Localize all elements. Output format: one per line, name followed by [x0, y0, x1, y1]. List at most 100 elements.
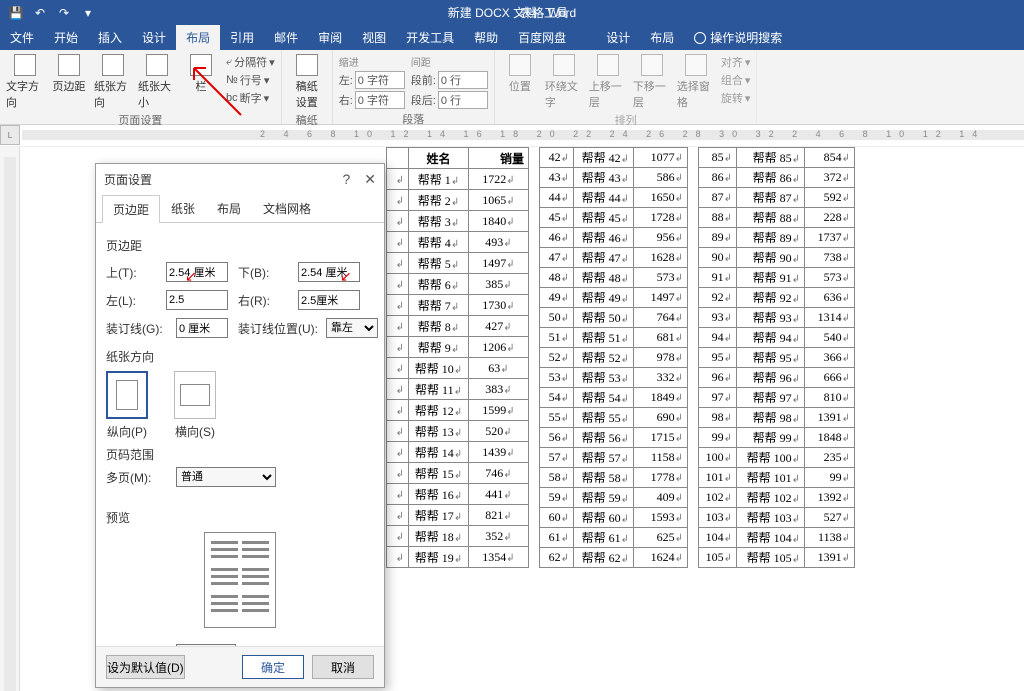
- table-row[interactable]: 55↲帮帮 55↲690↲: [540, 408, 688, 428]
- table-row[interactable]: 95↲帮帮 95↲366↲: [699, 348, 855, 368]
- table-row[interactable]: 92↲帮帮 92↲636↲: [699, 288, 855, 308]
- table-row[interactable]: 85↲帮帮 85↲854↲: [699, 148, 855, 168]
- table-row[interactable]: 60↲帮帮 60↲1593↲: [540, 508, 688, 528]
- tab-view[interactable]: 视图: [352, 25, 396, 50]
- size-button[interactable]: 纸张大小: [138, 54, 176, 110]
- indent-left-input[interactable]: 0 字符: [355, 71, 405, 89]
- table-row[interactable]: 104↲帮帮 104↲1138↲: [699, 528, 855, 548]
- table-row[interactable]: 97↲帮帮 97↲810↲: [699, 388, 855, 408]
- indent-right-input[interactable]: 0 字符: [355, 91, 405, 109]
- table-row[interactable]: 43↲帮帮 43↲586↲: [540, 168, 688, 188]
- set-default-button[interactable]: 设为默认值(D): [106, 655, 185, 679]
- table-row[interactable]: 89↲帮帮 89↲1737↲: [699, 228, 855, 248]
- margins-button[interactable]: 页边距: [50, 54, 88, 94]
- table-row[interactable]: ↲帮帮 12↲1599↲: [387, 400, 529, 421]
- table-row[interactable]: 91↲帮帮 91↲573↲: [699, 268, 855, 288]
- close-icon[interactable]: ✕: [364, 171, 376, 188]
- table-row[interactable]: 46↲帮帮 46↲956↲: [540, 228, 688, 248]
- table-row[interactable]: ↲帮帮 6↲385↲: [387, 274, 529, 295]
- table-row[interactable]: 57↲帮帮 57↲1158↲: [540, 448, 688, 468]
- table-row[interactable]: 49↲帮帮 49↲1497↲: [540, 288, 688, 308]
- tab-table-design[interactable]: 设计: [596, 25, 640, 50]
- table-row[interactable]: ↲帮帮 14↲1439↲: [387, 442, 529, 463]
- table-row[interactable]: 99↲帮帮 99↲1848↲: [699, 428, 855, 448]
- table-row[interactable]: ↲帮帮 9↲1206↲: [387, 337, 529, 358]
- ok-button[interactable]: 确定: [242, 655, 304, 679]
- table-row[interactable]: ↲帮帮 19↲1354↲: [387, 547, 529, 568]
- gutter-input[interactable]: [176, 318, 228, 338]
- dlg-tab-grid[interactable]: 文档网格: [252, 194, 322, 222]
- tab-insert[interactable]: 插入: [88, 25, 132, 50]
- table-row[interactable]: ↲帮帮 3↲1840↲: [387, 211, 529, 232]
- tab-table-layout[interactable]: 布局: [640, 25, 684, 50]
- table-row[interactable]: 47↲帮帮 47↲1628↲: [540, 248, 688, 268]
- table-row[interactable]: ↲帮帮 13↲520↲: [387, 421, 529, 442]
- table-row[interactable]: ↲帮帮 4↲493↲: [387, 232, 529, 253]
- table-row[interactable]: ↲帮帮 15↲746↲: [387, 463, 529, 484]
- vertical-ruler[interactable]: [0, 147, 20, 691]
- help-icon[interactable]: ?: [342, 171, 350, 188]
- table-row[interactable]: ↲帮帮 18↲352↲: [387, 526, 529, 547]
- dlg-tab-margins[interactable]: 页边距: [102, 195, 160, 223]
- table-row[interactable]: ↲帮帮 17↲821↲: [387, 505, 529, 526]
- cancel-button[interactable]: 取消: [312, 655, 374, 679]
- tab-layout[interactable]: 布局: [176, 25, 220, 50]
- margin-top-input[interactable]: [166, 262, 228, 282]
- table-row[interactable]: 103↲帮帮 103↲527↲: [699, 508, 855, 528]
- table-3[interactable]: 85↲帮帮 85↲854↲86↲帮帮 86↲372↲87↲帮帮 87↲592↲8…: [698, 147, 855, 568]
- table-row[interactable]: ↲帮帮 8↲427↲: [387, 316, 529, 337]
- spacing-before-input[interactable]: 0 行: [438, 71, 488, 89]
- text-direction-button[interactable]: 文字方向: [6, 54, 44, 110]
- multi-pages-select[interactable]: 普通: [176, 467, 276, 487]
- breaks-button[interactable]: ⤶分隔符▾: [226, 54, 275, 70]
- table-row[interactable]: 51↲帮帮 51↲681↲: [540, 328, 688, 348]
- table-row[interactable]: 54↲帮帮 54↲1849↲: [540, 388, 688, 408]
- table-row[interactable]: 87↲帮帮 87↲592↲: [699, 188, 855, 208]
- margin-right-input[interactable]: [298, 290, 360, 310]
- line-numbers-button[interactable]: №行号▾: [226, 72, 275, 88]
- orientation-landscape[interactable]: 横向(S): [174, 371, 216, 440]
- table-row[interactable]: 62↲帮帮 62↲1624↲: [540, 548, 688, 568]
- table-row[interactable]: 105↲帮帮 105↲1391↲: [699, 548, 855, 568]
- margin-left-input[interactable]: [166, 290, 228, 310]
- table-row[interactable]: 100↲帮帮 100↲235↲: [699, 448, 855, 468]
- table-2[interactable]: 42↲帮帮 42↲1077↲43↲帮帮 43↲586↲44↲帮帮 44↲1650…: [539, 147, 688, 568]
- table-row[interactable]: 94↲帮帮 94↲540↲: [699, 328, 855, 348]
- manuscript-settings-button[interactable]: 稿纸 设置: [288, 54, 326, 110]
- tab-file[interactable]: 文件: [0, 25, 44, 50]
- orientation-button[interactable]: 纸张方向: [94, 54, 132, 110]
- table-row[interactable]: 56↲帮帮 56↲1715↲: [540, 428, 688, 448]
- tab-home[interactable]: 开始: [44, 25, 88, 50]
- spacing-after-input[interactable]: 0 行: [438, 91, 488, 109]
- table-row[interactable]: ↲帮帮 5↲1497↲: [387, 253, 529, 274]
- table-row[interactable]: ↲帮帮 2↲1065↲: [387, 190, 529, 211]
- tab-design[interactable]: 设计: [132, 25, 176, 50]
- table-row[interactable]: ↲帮帮 11↲383↲: [387, 379, 529, 400]
- table-row[interactable]: 58↲帮帮 58↲1778↲: [540, 468, 688, 488]
- tab-mailings[interactable]: 邮件: [264, 25, 308, 50]
- table-row[interactable]: 98↲帮帮 98↲1391↲: [699, 408, 855, 428]
- tab-review[interactable]: 审阅: [308, 25, 352, 50]
- table-row[interactable]: 48↲帮帮 48↲573↲: [540, 268, 688, 288]
- table-row[interactable]: 53↲帮帮 53↲332↲: [540, 368, 688, 388]
- table-row[interactable]: 44↲帮帮 44↲1650↲: [540, 188, 688, 208]
- dlg-tab-layout[interactable]: 布局: [206, 194, 252, 222]
- table-row[interactable]: 90↲帮帮 90↲738↲: [699, 248, 855, 268]
- margin-bottom-input[interactable]: [298, 262, 360, 282]
- table-row[interactable]: ↲帮帮 7↲1730↲: [387, 295, 529, 316]
- table-row[interactable]: 101↲帮帮 101↲99↲: [699, 468, 855, 488]
- table-row[interactable]: 88↲帮帮 88↲228↲: [699, 208, 855, 228]
- redo-icon[interactable]: ↷: [56, 5, 72, 21]
- qat-more-icon[interactable]: ▾: [80, 5, 96, 21]
- table-row[interactable]: ↲帮帮 10↲63↲: [387, 358, 529, 379]
- dlg-tab-paper[interactable]: 纸张: [160, 194, 206, 222]
- table-row[interactable]: 61↲帮帮 61↲625↲: [540, 528, 688, 548]
- hyphenation-button[interactable]: bc断字▾: [226, 90, 275, 106]
- table-row[interactable]: 42↲帮帮 42↲1077↲: [540, 148, 688, 168]
- tab-baidu[interactable]: 百度网盘: [508, 25, 576, 50]
- table-row[interactable]: 45↲帮帮 45↲1728↲: [540, 208, 688, 228]
- tab-help[interactable]: 帮助: [464, 25, 508, 50]
- orientation-portrait[interactable]: 纵向(P): [106, 371, 148, 440]
- table-row[interactable]: ↲帮帮 16↲441↲: [387, 484, 529, 505]
- table-row[interactable]: ↲帮帮 1↲1722↲: [387, 169, 529, 190]
